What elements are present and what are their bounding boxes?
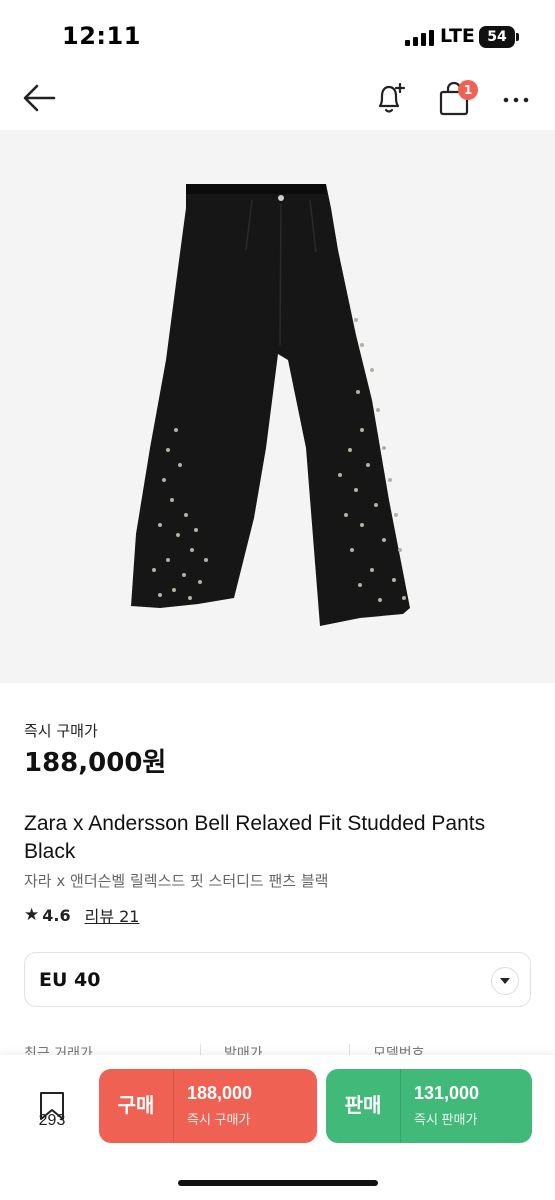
wishlist-button[interactable]: 293 (28, 1079, 76, 1135)
sell-price: 131,000 (414, 1083, 480, 1103)
review-link[interactable]: 리뷰 21 (85, 903, 140, 927)
chevron-down-icon (500, 978, 510, 984)
sell-subtitle: 즉시 판매가 (414, 1112, 478, 1127)
size-value: EU 40 (39, 969, 101, 991)
status-bar: 12:11 LTE 54 (0, 0, 555, 72)
wishlist-count: 293 (38, 1112, 66, 1129)
price-label: 즉시 구매가 (24, 722, 98, 740)
rating-row: ★ 4.6 리뷰 21 (24, 903, 139, 927)
dropdown-button[interactable] (491, 967, 519, 995)
product-image[interactable] (0, 130, 555, 683)
battery-tip (516, 33, 519, 41)
network-label: LTE (440, 25, 475, 47)
product-title: Zara x Andersson Bell Relaxed Fit Studde… (24, 812, 486, 863)
signal-icon (405, 30, 434, 46)
pants-image (131, 184, 410, 626)
arrow-left-icon (23, 84, 56, 112)
buy-price: 188,000 (187, 1083, 253, 1103)
rating-value: 4.6 (42, 905, 71, 925)
buy-divider (173, 1069, 174, 1143)
buy-button[interactable]: 구매 188,000 즉시 구매가 (99, 1069, 317, 1143)
status-time: 12:11 (62, 22, 141, 50)
home-indicator (178, 1180, 378, 1186)
buy-subtitle: 즉시 구매가 (187, 1112, 251, 1127)
more-horizontal-icon (503, 97, 529, 103)
sell-label: 판매 (344, 1095, 382, 1117)
back-button[interactable] (20, 78, 60, 118)
bell-plus-icon (378, 82, 406, 113)
bottom-action-bar: 293 구매 188,000 즉시 구매가 판매 131,000 즉시 판매가 (0, 1055, 555, 1200)
sell-divider (400, 1069, 401, 1143)
more-button[interactable] (496, 78, 536, 118)
battery-icon: 54 (479, 26, 515, 48)
price-value: 188,000원 (24, 748, 167, 778)
product-title-korean: 자라 x 앤더슨벨 릴렉스드 핏 스터디드 팬츠 블랙 (24, 872, 329, 890)
buy-label: 구매 (117, 1095, 155, 1117)
top-nav: 1 (0, 72, 555, 128)
notification-button[interactable] (370, 78, 410, 118)
sell-button[interactable]: 판매 131,000 즉시 판매가 (326, 1069, 532, 1143)
cart-badge: 1 (458, 80, 478, 100)
size-select[interactable]: EU 40 (24, 952, 531, 1007)
star-icon: ★ (24, 905, 40, 925)
